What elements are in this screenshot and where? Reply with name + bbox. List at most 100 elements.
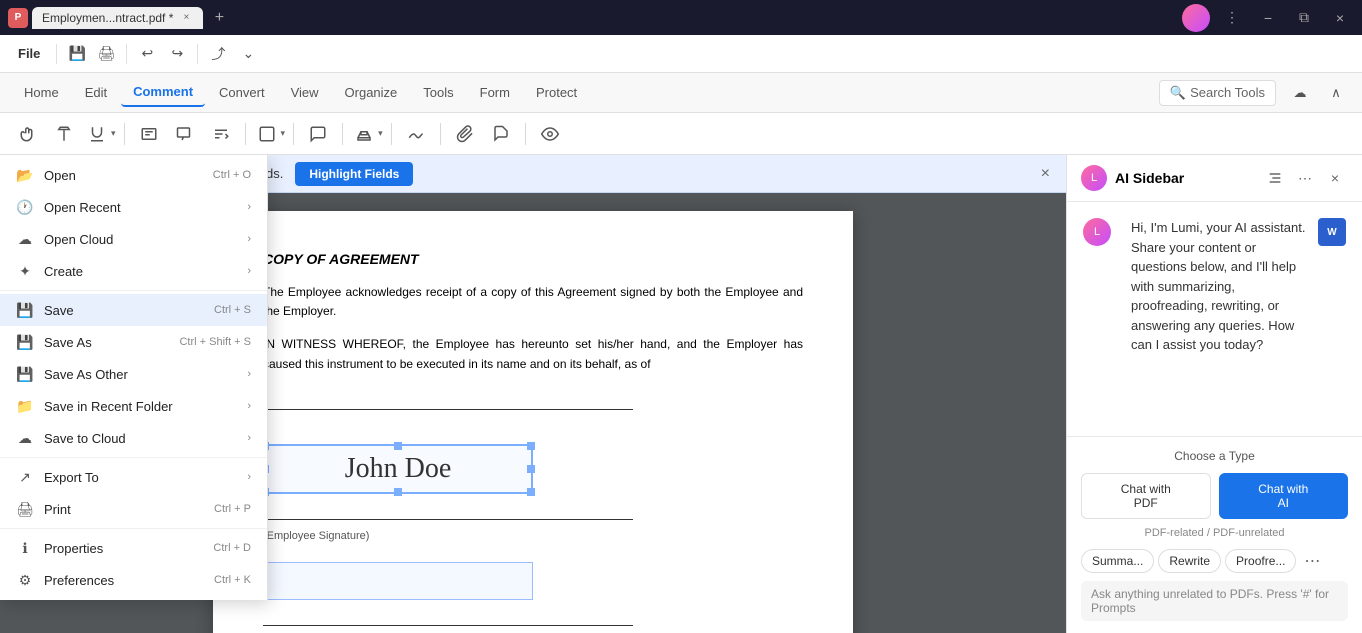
tab-tools[interactable]: Tools: [411, 79, 465, 106]
sig-handle-br[interactable]: [527, 488, 535, 496]
more-toolbar-btn[interactable]: ⌄: [234, 40, 262, 68]
attach-btn[interactable]: [449, 120, 481, 148]
chat-ai-btn[interactable]: Chat with AI: [1219, 473, 1349, 519]
ink-sign-btn[interactable]: [400, 120, 432, 148]
search-tools[interactable]: 🔍 Search Tools: [1159, 80, 1276, 106]
chat-ai-line1: Chat with: [1224, 482, 1344, 496]
chat-pdf-btn[interactable]: Chat with PDF: [1081, 473, 1211, 519]
hand-tool-btn[interactable]: [12, 120, 44, 148]
ai-more-btn[interactable]: ⋯: [1292, 165, 1318, 191]
more-options-btn[interactable]: ⋮: [1218, 4, 1246, 32]
tab-view[interactable]: View: [279, 79, 331, 106]
menu-item-open-cloud[interactable]: ☁ Open Cloud ›: [0, 223, 267, 255]
stamp-btn[interactable]: [351, 120, 377, 148]
text-tool-btn[interactable]: [48, 120, 80, 148]
undo-btn[interactable]: ↩: [133, 40, 161, 68]
menu-item-save-recent-folder[interactable]: 📁 Save in Recent Folder ›: [0, 390, 267, 422]
ai-message-row: L Hi, I'm Lumi, your AI assistant. Share…: [1083, 218, 1346, 355]
search-icon: 🔍: [1170, 85, 1186, 101]
title-bar-left: P Employmen...ntract.pdf * × +: [8, 6, 231, 30]
sig-handle-rm[interactable]: [527, 465, 535, 473]
profile-icon[interactable]: [1182, 4, 1210, 32]
cloud-sync-btn[interactable]: ☁: [1286, 79, 1314, 107]
export-icon: ↗: [16, 468, 34, 486]
save-cloud-arrow: ›: [247, 432, 251, 444]
new-tab-btn[interactable]: +: [207, 6, 231, 30]
tab-comment[interactable]: Comment: [121, 78, 205, 107]
menu-item-open-recent[interactable]: 🕐 Open Recent ›: [0, 191, 267, 223]
print-toolbar-btn[interactable]: 🖨: [92, 40, 120, 68]
ai-close-btn[interactable]: ×: [1322, 165, 1348, 191]
menu-item-print-label: Print: [44, 502, 204, 517]
tab-home[interactable]: Home: [12, 79, 71, 106]
minimize-btn[interactable]: −: [1254, 4, 1282, 32]
redo-btn[interactable]: ↪: [163, 40, 191, 68]
tab-organize[interactable]: Organize: [333, 79, 410, 106]
ai-settings-btn[interactable]: [1262, 165, 1288, 191]
collapse-ribbon-btn[interactable]: ∧: [1322, 79, 1350, 107]
menu-item-save-cloud-label: Save to Cloud: [44, 431, 233, 446]
menu-item-save-as[interactable]: 💾 Save As Ctrl + Shift + S: [0, 326, 267, 358]
highlight-fields-btn[interactable]: Highlight Fields: [295, 162, 413, 186]
open-cloud-arrow: ›: [247, 233, 251, 245]
underline-tool-group[interactable]: ▾: [84, 120, 116, 148]
pdf-title: COPY OF AGREEMENT: [263, 251, 803, 267]
menu-item-save[interactable]: 💾 Save Ctrl + S: [0, 294, 267, 326]
underline-btn[interactable]: [84, 120, 110, 148]
text-comment-btn[interactable]: [485, 120, 517, 148]
sticky-note-btn[interactable]: [302, 120, 334, 148]
ai-summarize-btn[interactable]: Summa...: [1081, 549, 1154, 573]
tab-form[interactable]: Form: [468, 79, 522, 106]
menu-item-save-as-other[interactable]: 💾 Save As Other ›: [0, 358, 267, 390]
ai-proofread-btn[interactable]: Proofre...: [1225, 549, 1296, 573]
stamp-arrow: ▾: [378, 128, 383, 139]
callout-btn[interactable]: [169, 120, 201, 148]
close-btn[interactable]: ×: [1326, 4, 1354, 32]
menu-item-create[interactable]: ✦ Create ›: [0, 255, 267, 287]
menu-item-properties[interactable]: ℹ Properties Ctrl + D: [0, 532, 267, 564]
menu-item-export-to[interactable]: ↗ Export To ›: [0, 461, 267, 493]
create-arrow: ›: [247, 265, 251, 277]
stamp-tool-group[interactable]: ▾: [351, 120, 383, 148]
sig-handle-bm[interactable]: [394, 488, 402, 496]
menu-item-print[interactable]: 🖨 Print Ctrl + P: [0, 493, 267, 525]
menu-item-save-cloud[interactable]: ☁ Save to Cloud ›: [0, 422, 267, 454]
signature-area: John Doe (Employee Signature) (Employee …: [263, 436, 803, 633]
text-box-btn[interactable]: [133, 120, 165, 148]
sig-handle-tm[interactable]: [394, 442, 402, 450]
menu-item-create-label: Create: [44, 264, 233, 279]
ai-quick-more-btn[interactable]: ⋯: [1300, 549, 1324, 573]
save-recent-folder-arrow: ›: [247, 400, 251, 412]
ribbon-right-actions: ☁ ∧: [1286, 79, 1350, 107]
share-btn[interactable]: ⤴: [204, 40, 232, 68]
underline-arrow: ▾: [111, 128, 116, 139]
menu-sep-1: [0, 290, 267, 291]
save-toolbar-btn[interactable]: 💾: [63, 40, 91, 68]
tab-protect[interactable]: Protect: [524, 79, 589, 106]
properties-icon: ℹ: [16, 539, 34, 557]
sig-handle-tr[interactable]: [527, 442, 535, 450]
active-tab[interactable]: Employmen...ntract.pdf * ×: [32, 7, 203, 29]
text-correction-btn[interactable]: [205, 120, 237, 148]
notification-close-btn[interactable]: ×: [1041, 165, 1050, 183]
file-menu-btn[interactable]: File: [8, 42, 50, 65]
tab-edit[interactable]: Edit: [73, 79, 119, 106]
menu-item-properties-shortcut: Ctrl + D: [213, 542, 251, 554]
shape-btn[interactable]: [254, 120, 280, 148]
sig-label: (Employee Signature): [263, 530, 803, 542]
tab-close-btn[interactable]: ×: [179, 11, 193, 25]
search-tools-label: Search Tools: [1190, 85, 1265, 100]
ai-rewrite-btn[interactable]: Rewrite: [1158, 549, 1221, 573]
signature-box[interactable]: John Doe: [263, 444, 533, 494]
show-hide-btn[interactable]: [534, 120, 566, 148]
employee-name-box[interactable]: [263, 562, 533, 600]
pdf-page: COPY OF AGREEMENT The Employee acknowled…: [213, 211, 853, 633]
ai-input-area[interactable]: Ask anything unrelated to PDFs. Press '#…: [1081, 581, 1348, 621]
menu-item-open[interactable]: 📂 Open Ctrl + O: [0, 159, 267, 191]
menu-item-preferences[interactable]: ⚙ Preferences Ctrl + K: [0, 564, 267, 596]
restore-btn[interactable]: ⧉: [1290, 4, 1318, 32]
strip-sep-1: [124, 123, 125, 145]
strip-sep-7: [525, 123, 526, 145]
tab-convert[interactable]: Convert: [207, 79, 277, 106]
shape-tool-group[interactable]: ▾: [254, 120, 286, 148]
